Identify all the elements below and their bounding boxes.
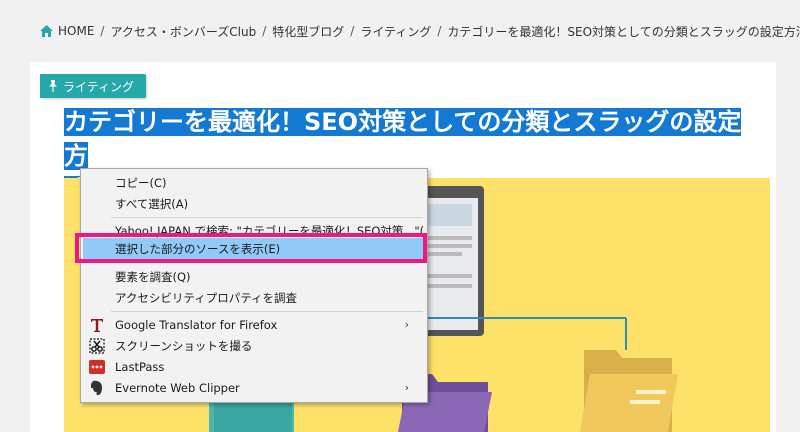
submenu-arrow-icon: › (404, 318, 409, 331)
menu-item-accessibility[interactable]: アクセシビリティプロパティを調査 (83, 287, 423, 308)
breadcrumb-home[interactable]: HOME (58, 24, 94, 38)
menu-item-label: すべて選択(A) (115, 196, 189, 211)
title-line-1: カテゴリーを最適化！SEO対策としての分類とスラッグの設定方 (64, 108, 742, 170)
menu-item-label: Google Translator for Firefox (115, 317, 278, 332)
menu-item-inspect[interactable]: 要素を調査(Q) (83, 266, 423, 287)
menu-item-google-translator[interactable]: Google Translator for Firefox › (83, 314, 423, 335)
breadcrumb-current: カテゴリーを最適化！SEO対策としての分類とスラッグの設定方法 (447, 24, 800, 39)
menu-item-label: LastPass (115, 359, 165, 374)
breadcrumb-separator: / (350, 24, 355, 38)
menu-item-evernote[interactable]: Evernote Web Clipper › (83, 377, 423, 398)
breadcrumb-blog[interactable]: 特化型ブログ (272, 23, 344, 40)
menu-item-label: アクセシビリティプロパティを調査 (115, 290, 298, 305)
context-menu: コピー(C) すべて選択(A) Yahoo! JAPAN で検索: "カテゴリー… (80, 168, 428, 403)
breadcrumb-separator: / (437, 24, 442, 38)
scissors-icon (89, 337, 105, 354)
menu-separator (111, 311, 423, 312)
menu-item-label: 要素を調査(Q) (115, 269, 191, 284)
submenu-arrow-icon: › (404, 381, 409, 394)
menu-item-label: コピー(C) (115, 175, 167, 190)
menu-item-label: Evernote Web Clipper (115, 380, 240, 395)
menu-item-select-all[interactable]: すべて選択(A) (83, 193, 423, 214)
breadcrumb-separator: / (100, 24, 105, 38)
pin-icon (49, 80, 57, 92)
menu-item-copy[interactable]: コピー(C) (83, 172, 423, 193)
evernote-elephant-icon (89, 380, 105, 396)
breadcrumb: HOME / アクセス・ボンバーズClub / 特化型ブログ / ライティング … (30, 0, 800, 62)
breadcrumb-writing[interactable]: ライティング (360, 23, 431, 40)
menu-separator (111, 217, 423, 218)
menu-item-label: スクリーンショットを撮る (115, 338, 253, 353)
breadcrumb-separator: / (262, 24, 267, 38)
lastpass-icon (89, 359, 105, 375)
menu-item-screenshot[interactable]: スクリーンショットを撮る (83, 335, 423, 356)
breadcrumb-club[interactable]: アクセス・ボンバーズClub (110, 23, 256, 40)
translator-t-icon (89, 317, 105, 333)
home-icon (40, 25, 53, 37)
category-label: ライティング (63, 79, 135, 94)
category-badge[interactable]: ライティング (40, 74, 147, 98)
menu-item-lastpass[interactable]: LastPass (83, 356, 423, 377)
annotation-highlight-box (75, 233, 427, 263)
